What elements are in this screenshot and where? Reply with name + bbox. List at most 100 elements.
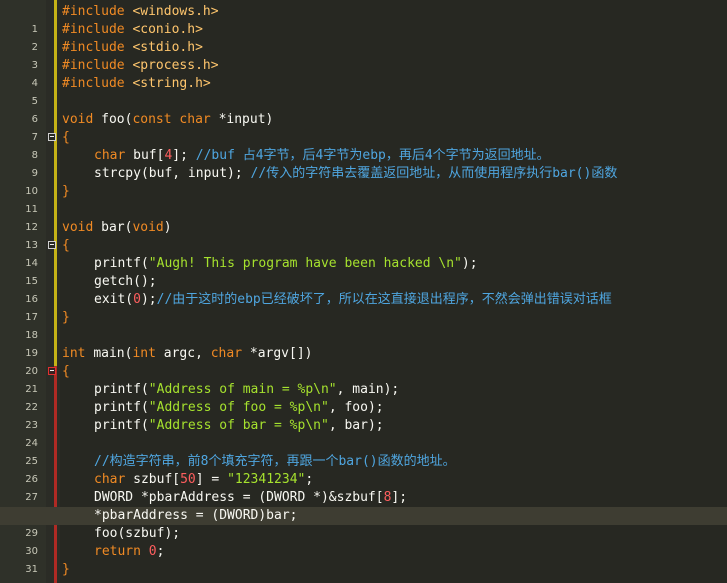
keyword: void	[62, 112, 94, 127]
punctuation: , main);	[336, 382, 400, 397]
string-literal: "12341234"	[227, 472, 306, 487]
paren: )	[163, 220, 172, 235]
include-header: <windows.h>	[132, 4, 219, 19]
preprocessor-directive: #include	[62, 40, 125, 55]
punctuation: );	[140, 292, 157, 307]
preprocessor-directive: #include	[62, 76, 125, 91]
include-header: <string.h>	[132, 76, 211, 91]
fold-toggle-icon[interactable]	[48, 241, 56, 249]
code-line[interactable]: 9 char buf[4]; //buf 占4字节，后4字节为ebp，再后4个字…	[0, 147, 727, 179]
brace: }	[62, 184, 70, 199]
keyword: const	[132, 112, 172, 127]
keyword: int	[62, 346, 86, 361]
code-line[interactable]: 30 foo(szbuf);	[0, 525, 727, 557]
code-line[interactable]: 20 int main(int argc, char *argv[])	[0, 345, 727, 377]
keyword: char	[94, 148, 126, 163]
statement: getch();	[94, 274, 157, 289]
parameter: *argv[])	[249, 346, 313, 361]
brace: }	[62, 562, 70, 577]
punctuation: ;	[305, 472, 314, 487]
punctuation: , bar);	[328, 418, 384, 433]
function-call: printf(	[94, 382, 149, 397]
number-literal: 0	[133, 292, 141, 307]
code-line[interactable]: 24 printf("Address of bar = %p\n", bar);	[0, 417, 727, 449]
brace: {	[62, 364, 70, 379]
code-line[interactable]: 19	[0, 327, 727, 359]
punctuation: );	[461, 256, 478, 271]
fold-toggle-icon[interactable]	[48, 367, 56, 375]
number-literal: 50	[180, 472, 196, 487]
parameter: argc,	[163, 346, 203, 361]
code-line[interactable]: 13 void bar(void)	[0, 219, 727, 251]
line-number: 32	[0, 579, 38, 583]
code-line[interactable]: 15 printf("Augh! This program have been …	[0, 255, 727, 287]
code-line[interactable]: 22 printf("Address of main = %p\n", main…	[0, 381, 727, 413]
comment: //buf 占4字节，后4字节为ebp，再后4个字节为返回地址。	[195, 148, 550, 163]
string-literal: "Address of main = %p\n"	[148, 382, 337, 397]
code-line[interactable]: 14 {	[0, 237, 727, 269]
code-line[interactable]: 27 char szbuf[50] = "12341234";	[0, 471, 727, 503]
statement: *pbarAddress = (DWORD)bar;	[94, 508, 298, 523]
code-line[interactable]: 23 printf("Address of foo = %p\n", foo);	[0, 399, 727, 431]
parameter: *input)	[218, 112, 274, 127]
code-line[interactable]: 5 #include <string.h>	[0, 75, 727, 107]
brace: }	[62, 310, 70, 325]
code-line[interactable]: 1 #include <windows.h>	[0, 3, 727, 35]
statement: DWORD *pbarAddress = (DWORD *)&szbuf	[94, 490, 376, 505]
code-line[interactable]: 26 //构造字符串，前8个填充字符，再跟一个bar()函数的地址。	[0, 453, 727, 485]
code-line[interactable]: 7 void foo(const char *input)	[0, 111, 727, 143]
statement: foo(szbuf);	[94, 526, 181, 541]
keyword: char	[210, 346, 243, 361]
punctuation: ;	[156, 544, 165, 559]
identifier: szbuf	[133, 472, 173, 487]
fold-toggle-icon[interactable]	[48, 133, 56, 141]
function-call: exit(	[94, 292, 134, 307]
code-line[interactable]: 18 }	[0, 309, 727, 341]
code-line[interactable]: 2 #include <conio.h>	[0, 21, 727, 53]
code-line[interactable]: 17 exit(0);//由于这时的ebp已经破坏了，所以在这直接退出程序，不然…	[0, 291, 727, 323]
keyword: char	[179, 112, 211, 127]
code-line[interactable]: 21 {	[0, 363, 727, 395]
preprocessor-directive: #include	[62, 58, 125, 73]
number-literal: 0	[148, 544, 157, 559]
bracket: ] =	[195, 472, 220, 487]
statement: strcpy(buf, input);	[94, 166, 243, 181]
bracket: ];	[172, 148, 188, 163]
keyword: int	[132, 346, 156, 361]
function-call: printf(	[94, 418, 149, 433]
code-line[interactable]: 4 #include <process.h>	[0, 57, 727, 89]
include-header: <conio.h>	[132, 22, 203, 37]
code-line-current[interactable]: 29 *pbarAddress = (DWORD)bar;	[0, 507, 727, 539]
include-header: <process.h>	[132, 58, 219, 73]
code-line[interactable]: 31 return 0;	[0, 543, 727, 575]
function-name: main(	[93, 346, 133, 361]
code-line[interactable]: 6	[0, 93, 727, 125]
function-name: foo	[101, 112, 125, 127]
comment: //构造字符串，前8个填充字符，再跟一个bar()函数的地址。	[94, 454, 456, 469]
brace: {	[62, 238, 70, 253]
comment: //传入的字符串去覆盖返回地址，从而使用程序执行bar()函数	[250, 166, 618, 181]
bracket: ];	[391, 490, 408, 505]
code-line[interactable]: 25	[0, 435, 727, 467]
code-line[interactable]: 16 getch();	[0, 273, 727, 305]
code-line[interactable]: 12	[0, 201, 727, 233]
keyword: void	[132, 220, 164, 235]
code-line[interactable]: 3 #include <stdio.h>	[0, 39, 727, 71]
code-line[interactable]: 11 }	[0, 183, 727, 215]
preprocessor-directive: #include	[62, 4, 125, 19]
keyword: void	[62, 220, 94, 235]
bracket: [	[375, 490, 384, 505]
include-header: <stdio.h>	[132, 40, 203, 55]
keyword: return	[94, 544, 141, 559]
code-line[interactable]: 8 {	[0, 129, 727, 161]
comment: //由于这时的ebp已经破坏了，所以在这直接退出程序，不然会弹出错误对话框	[156, 292, 612, 307]
code-editor[interactable]: 1 #include <windows.h> 2 #include <conio…	[0, 0, 727, 583]
preprocessor-directive: #include	[62, 22, 125, 37]
brace: {	[62, 130, 70, 145]
code-line[interactable]: 32 }	[0, 561, 727, 583]
string-literal: "Address of foo = %p\n"	[148, 400, 329, 415]
code-line[interactable]: 28 DWORD *pbarAddress = (DWORD *)&szbuf[…	[0, 489, 727, 521]
function-call: printf(	[94, 400, 149, 415]
punctuation: , foo);	[328, 400, 384, 415]
code-line[interactable]: 10 strcpy(buf, input); //传入的字符串去覆盖返回地址，从…	[0, 165, 727, 197]
